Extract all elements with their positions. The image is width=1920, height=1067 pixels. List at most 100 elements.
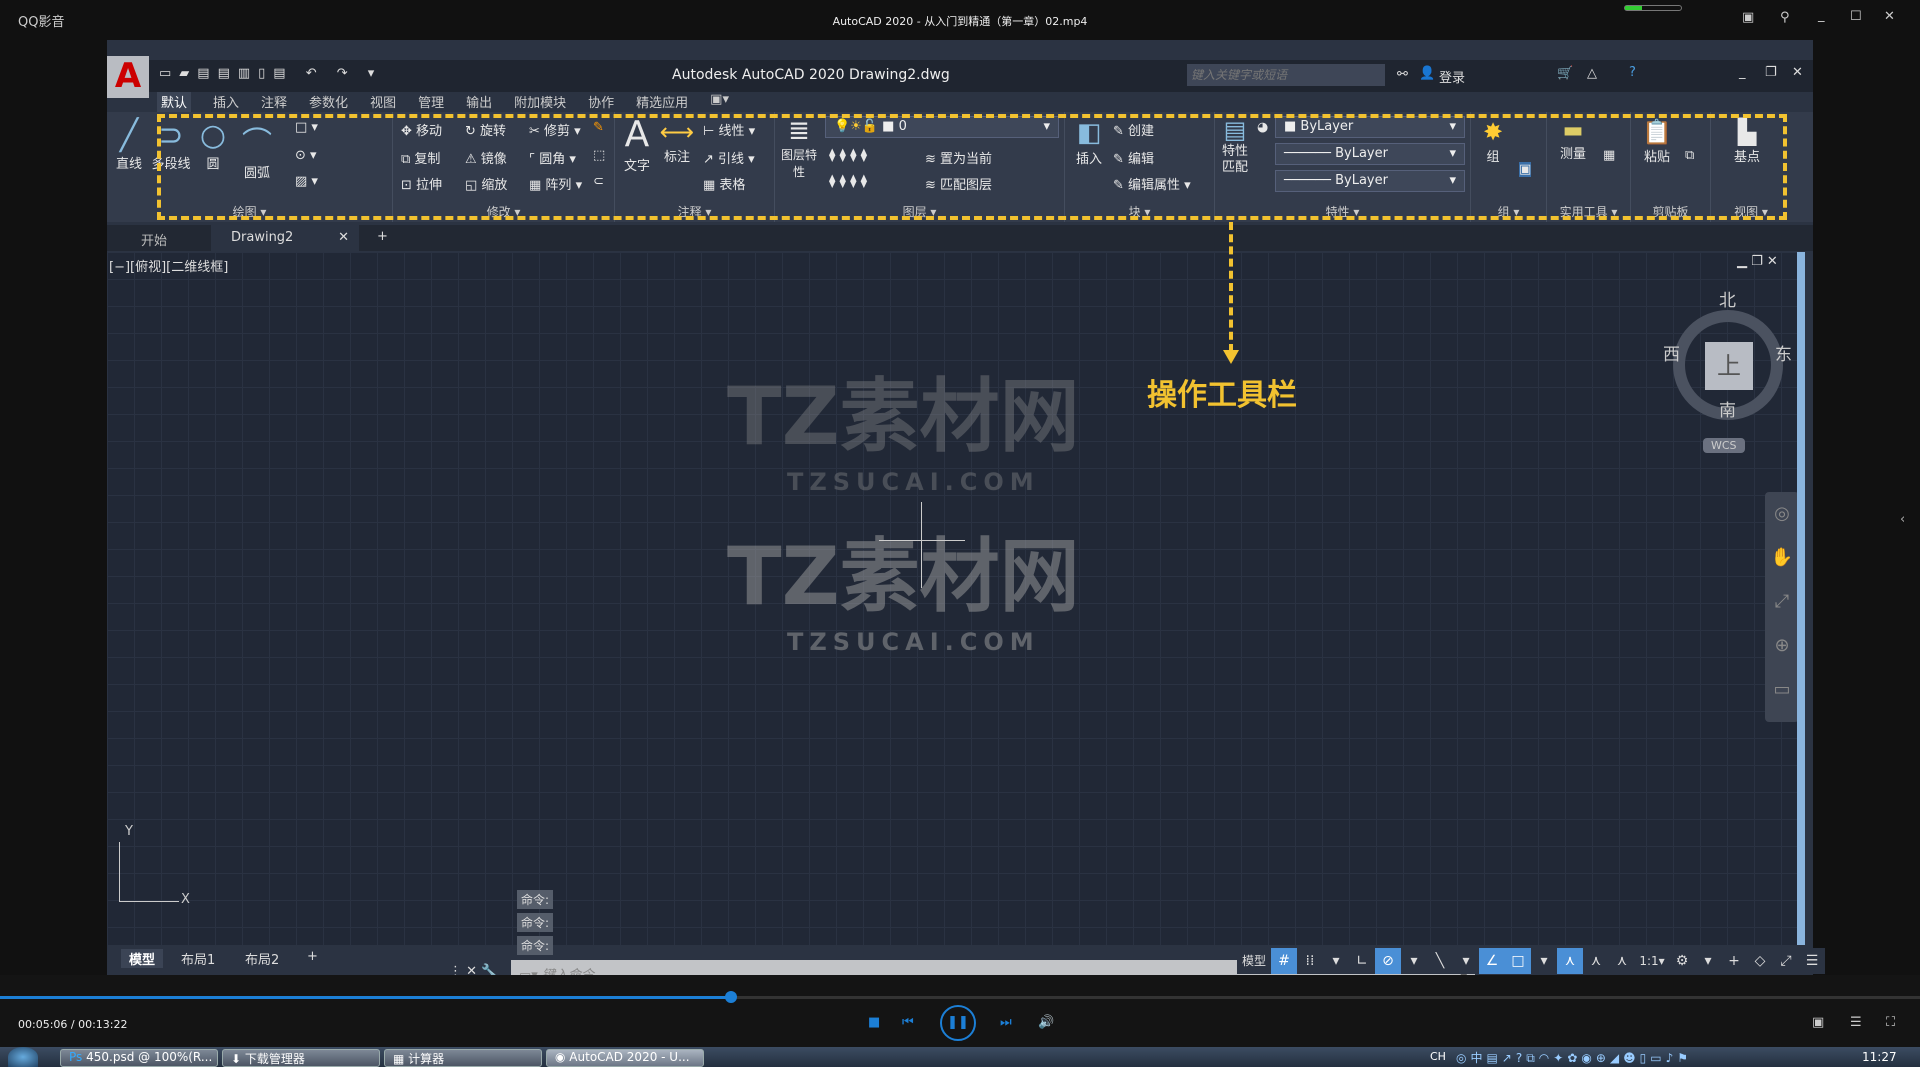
workspace-gear-icon[interactable]: ⚙ bbox=[1669, 948, 1695, 974]
drawing-area[interactable]: [−][俯视][二维线框] ▁ ❐ ✕ TZ素材网 TZSUCAI.COM TZ素… bbox=[107, 222, 1805, 988]
viewcube-south[interactable]: 南 bbox=[1719, 396, 1736, 421]
taskbar-item-download-manager[interactable]: ⬇ 下载管理器 bbox=[222, 1049, 380, 1067]
viewport-minimize[interactable]: ▁ ❐ ✕ bbox=[1737, 254, 1778, 269]
ucs-x-label: X bbox=[181, 892, 190, 907]
arrow-head-icon bbox=[1223, 350, 1239, 364]
help-icon[interactable]: ? bbox=[1629, 65, 1636, 80]
close-tab-icon[interactable]: ✕ bbox=[338, 230, 349, 245]
search-input[interactable] bbox=[1187, 64, 1385, 86]
ribbon-tab-collaborate[interactable]: 协作 bbox=[588, 92, 614, 112]
binoculars-icon[interactable]: ⚯ bbox=[1397, 67, 1408, 82]
annotation-scale-dropdown[interactable]: 1:1▾ bbox=[1635, 948, 1669, 974]
wcs-menu[interactable]: WCS bbox=[1703, 438, 1745, 453]
toolbar-highlight-frame bbox=[157, 114, 1787, 220]
line-button[interactable]: ╱ 直线 bbox=[109, 118, 149, 172]
ribbon-tab-default[interactable]: 默认 bbox=[157, 92, 192, 112]
ribbon-tab-addins[interactable]: 附加模块 bbox=[514, 92, 566, 112]
quick-access-toolbar[interactable]: ▭▰▤▤▥▯▤ ↶ ↷ ▾ bbox=[159, 66, 382, 81]
minimize-button[interactable]: _ bbox=[1818, 8, 1825, 23]
viewcube-north[interactable]: 北 bbox=[1719, 286, 1736, 311]
grid-toggle[interactable]: # bbox=[1271, 948, 1297, 974]
user-icon: 👤 bbox=[1419, 66, 1436, 81]
maximize-button[interactable]: ☐ bbox=[1850, 9, 1862, 24]
taskbar-item-autocad[interactable]: ◉ AutoCAD 2020 - U... bbox=[546, 1049, 704, 1067]
annotation-visibility-toggle[interactable]: ⋏ bbox=[1557, 948, 1583, 974]
close-button[interactable]: ✕ bbox=[1884, 9, 1895, 24]
pause-button[interactable]: ❚❚ bbox=[940, 1005, 976, 1041]
gear-dropdown[interactable]: ▾ bbox=[1695, 948, 1721, 974]
taskbar-item-calculator[interactable]: ▦ 计算器 bbox=[384, 1049, 542, 1067]
crosshair-cursor-h bbox=[879, 540, 965, 541]
taskbar-item-photoshop[interactable]: Ps 450.psd @ 100%(R... bbox=[60, 1049, 218, 1067]
ribbon-tab-output[interactable]: 输出 bbox=[466, 92, 492, 112]
status-model-button[interactable]: 模型 bbox=[1237, 948, 1271, 974]
language-indicator[interactable]: CH bbox=[1430, 1050, 1446, 1063]
plus-icon[interactable]: + bbox=[1721, 948, 1747, 974]
isodraft-toggle[interactable]: ╲ bbox=[1427, 948, 1453, 974]
ribbon-tab-parametric[interactable]: 参数化 bbox=[309, 92, 348, 112]
osnap-dropdown[interactable]: ▾ bbox=[1531, 948, 1557, 974]
snap-toggle[interactable]: ⁞⁞ bbox=[1297, 948, 1323, 974]
object-snap-toggle[interactable]: □ bbox=[1505, 948, 1531, 974]
fullscreen-button[interactable]: ⛶ bbox=[1886, 1015, 1895, 1030]
iso-dropdown[interactable]: ▾ bbox=[1453, 948, 1479, 974]
login-button[interactable]: 登录 bbox=[1439, 67, 1465, 86]
customize-menu-icon[interactable]: ☰ bbox=[1799, 948, 1825, 974]
progress-handle[interactable] bbox=[725, 991, 737, 1003]
command-history: 命令: 命令: 命令: bbox=[517, 890, 577, 959]
file-tabs: 开始 Drawing2 ✕ + bbox=[107, 225, 1813, 251]
acad-restore-button[interactable]: ❐ bbox=[1765, 65, 1777, 80]
file-tab-drawing2[interactable]: Drawing2 ✕ bbox=[211, 225, 359, 251]
stop-icon[interactable]: ■ bbox=[868, 1015, 880, 1030]
layout-tab-2[interactable]: 布局2 bbox=[245, 949, 279, 968]
settings-icon[interactable]: ☰ bbox=[1850, 1015, 1862, 1030]
new-tab-button[interactable]: + bbox=[377, 229, 388, 244]
fullscreen-icon[interactable]: ⤢ bbox=[1773, 948, 1799, 974]
acad-minimize-button[interactable]: _ bbox=[1739, 65, 1746, 80]
screenshot-icon[interactable]: ▣ bbox=[1812, 1015, 1824, 1030]
cart-icon[interactable]: 🛒 bbox=[1557, 66, 1573, 81]
volume-indicator bbox=[1624, 5, 1682, 11]
viewcube[interactable]: 上 北 南 西 东 WCS bbox=[1663, 291, 1792, 453]
viewcube-east[interactable]: 东 bbox=[1775, 340, 1792, 365]
ucs-icon bbox=[119, 842, 179, 902]
polar-toggle[interactable]: ⊘ bbox=[1375, 948, 1401, 974]
autodesk-app-icon[interactable]: △ bbox=[1587, 66, 1597, 81]
acad-close-button[interactable]: ✕ bbox=[1792, 65, 1803, 80]
ribbon-tabs: 默认 插入 注释 参数化 视图 管理 输出 附加模块 协作 精选应用 ▣▾ bbox=[157, 92, 729, 112]
mini-mode-icon[interactable]: ▣ bbox=[1742, 10, 1754, 25]
layout-tab-1[interactable]: 布局1 bbox=[181, 949, 215, 968]
ribbon-tab-insert[interactable]: 插入 bbox=[213, 92, 239, 112]
add-layout-button[interactable]: + bbox=[307, 949, 318, 964]
navigation-bar[interactable]: ◎ ✋ ⤢ ⊕ ▭ bbox=[1765, 492, 1799, 722]
viewport-controls[interactable]: [−][俯视][二维线框] bbox=[109, 256, 228, 275]
auto-scale-toggle[interactable]: ⋏ bbox=[1583, 948, 1609, 974]
start-button[interactable] bbox=[8, 1047, 38, 1067]
isolate-objects-icon[interactable]: ◇ bbox=[1747, 948, 1773, 974]
polar-dropdown[interactable]: ▾ bbox=[1401, 948, 1427, 974]
object-snap-tracking-toggle[interactable]: ∠ bbox=[1479, 948, 1505, 974]
ribbon-minimize-icon[interactable]: ▣▾ bbox=[710, 92, 729, 112]
app-logo-button[interactable]: A bbox=[107, 56, 149, 98]
playback-time: 00:05:06 / 00:13:22 bbox=[18, 1018, 128, 1031]
vertical-scrollbar[interactable] bbox=[1797, 252, 1805, 945]
layout-tab-model[interactable]: 模型 bbox=[121, 949, 164, 968]
video-title: AutoCAD 2020 - 从入门到精通（第一章）02.mp4 bbox=[832, 15, 1088, 28]
viewcube-top[interactable]: 上 bbox=[1705, 342, 1753, 390]
ribbon-tab-featured[interactable]: 精选应用 bbox=[636, 92, 688, 112]
ortho-toggle[interactable]: ∟ bbox=[1349, 948, 1375, 974]
volume-icon[interactable]: 🔊 bbox=[1038, 1015, 1054, 1030]
ribbon-tab-manage[interactable]: 管理 bbox=[418, 92, 444, 112]
side-panel-toggle[interactable]: ‹ bbox=[1900, 512, 1905, 527]
annotation-scale-icon[interactable]: ⋏ bbox=[1609, 948, 1635, 974]
progress-bar[interactable] bbox=[0, 996, 1920, 999]
file-tab-start[interactable]: 开始 bbox=[141, 230, 167, 249]
previous-icon[interactable]: ⏮ bbox=[902, 1015, 914, 1030]
next-icon[interactable]: ⏭ bbox=[1000, 1015, 1012, 1030]
viewcube-west[interactable]: 西 bbox=[1663, 340, 1680, 365]
snap-dropdown[interactable]: ▾ bbox=[1323, 948, 1349, 974]
pin-icon[interactable]: ⚲ bbox=[1780, 10, 1790, 25]
system-tray-icons[interactable]: ◎中▤↗?⧉◠✦✿◉⊕◢☻▯▭♪⚑ bbox=[1456, 1049, 1692, 1066]
ribbon-tab-annotate[interactable]: 注释 bbox=[261, 92, 287, 112]
ribbon-tab-view[interactable]: 视图 bbox=[370, 92, 396, 112]
